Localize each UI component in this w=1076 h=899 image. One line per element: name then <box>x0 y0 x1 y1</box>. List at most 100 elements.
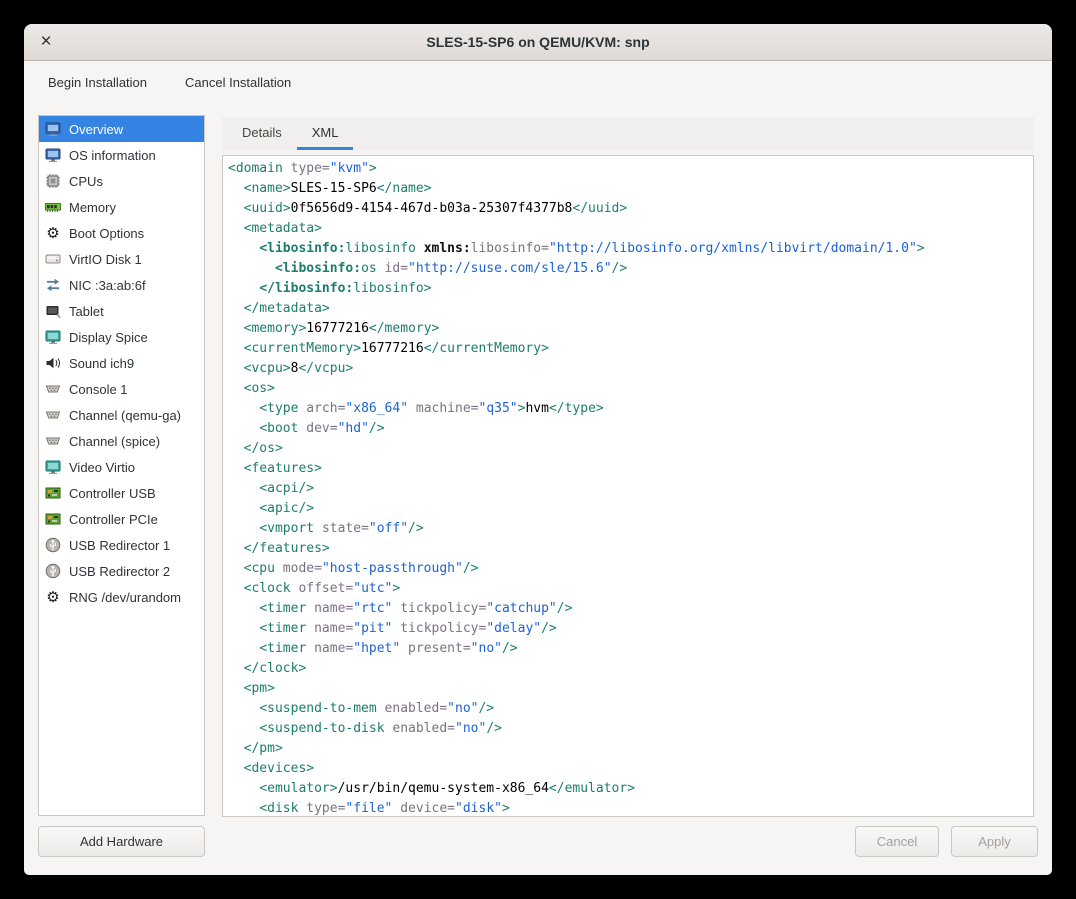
sidebar-item-virtio-disk-1[interactable]: VirtIO Disk 1 <box>39 246 204 272</box>
xml-editor[interactable]: <domain type="kvm"> <name>SLES-15-SP6</n… <box>222 155 1034 817</box>
xml-line: <apic/> <box>228 499 1028 519</box>
xml-line: <cpu mode="host-passthrough"/> <box>228 559 1028 579</box>
xml-line: <timer name="hpet" present="no"/> <box>228 639 1028 659</box>
sidebar-item-display-spice[interactable]: Display Spice <box>39 324 204 350</box>
xml-line: <domain type="kvm"> <box>228 159 1028 179</box>
sidebar-item-label: Console 1 <box>69 382 128 397</box>
sidebar-item-os-information[interactable]: OS information <box>39 142 204 168</box>
tablet-icon <box>45 303 61 319</box>
xml-line: <features> <box>228 459 1028 479</box>
sidebar-item-label: Channel (spice) <box>69 434 160 449</box>
sidebar-item-controller-usb[interactable]: Controller USB <box>39 480 204 506</box>
xml-line: <uuid>0f5656d9-4154-467d-b03a-25307f4377… <box>228 199 1028 219</box>
sidebar-item-tablet[interactable]: Tablet <box>39 298 204 324</box>
sound-icon <box>45 355 61 371</box>
sidebar-item-sound-ich9[interactable]: Sound ich9 <box>39 350 204 376</box>
board-icon <box>45 511 61 527</box>
sidebar-item-rng-dev-urandom[interactable]: ⚙RNG /dev/urandom <box>39 584 204 610</box>
usb-icon <box>45 563 61 579</box>
sidebar-item-label: OS information <box>69 148 156 163</box>
tab-details[interactable]: Details <box>227 117 297 150</box>
xml-line: <acpi/> <box>228 479 1028 499</box>
begin-installation-button[interactable]: Begin Installation <box>36 68 159 97</box>
xml-code: <domain type="kvm"> <name>SLES-15-SP6</n… <box>223 156 1033 817</box>
xml-line: </os> <box>228 439 1028 459</box>
sidebar-item-label: NIC :3a:ab:6f <box>69 278 146 293</box>
close-icon[interactable]: × <box>34 30 58 54</box>
xml-line: <vcpu>8</vcpu> <box>228 359 1028 379</box>
sidebar-item-usb-redirector-2[interactable]: USB Redirector 2 <box>39 558 204 584</box>
monitor-icon <box>45 147 61 163</box>
sidebar-item-video-virtio[interactable]: Video Virtio <box>39 454 204 480</box>
sidebar-item-label: USB Redirector 2 <box>69 564 170 579</box>
serial-icon <box>45 381 61 397</box>
sidebar-item-label: Controller PCIe <box>69 512 158 527</box>
serial-icon <box>45 407 61 423</box>
sidebar-item-overview[interactable]: Overview <box>39 116 204 142</box>
sidebar-item-label: Channel (qemu-ga) <box>69 408 181 423</box>
sidebar-item-label: Memory <box>69 200 116 215</box>
monitor-icon <box>45 121 61 137</box>
memory-icon <box>45 199 61 215</box>
xml-line: <metadata> <box>228 219 1028 239</box>
sidebar-item-channel-qemu-ga[interactable]: Channel (qemu-ga) <box>39 402 204 428</box>
xml-line: <suspend-to-disk enabled="no"/> <box>228 719 1028 739</box>
xml-line: <suspend-to-mem enabled="no"/> <box>228 699 1028 719</box>
xml-line: <disk type="file" device="disk"> <box>228 799 1028 817</box>
xml-line: <vmport state="off"/> <box>228 519 1028 539</box>
xml-line: <clock offset="utc"> <box>228 579 1028 599</box>
xml-line: <timer name="pit" tickpolicy="delay"/> <box>228 619 1028 639</box>
cancel-installation-button[interactable]: Cancel Installation <box>173 68 303 97</box>
vm-details-window: × SLES-15-SP6 on QEMU/KVM: snp Begin Ins… <box>24 24 1052 875</box>
xml-line: </metadata> <box>228 299 1028 319</box>
sidebar-item-label: Boot Options <box>69 226 144 241</box>
sidebar-item-cpus[interactable]: CPUs <box>39 168 204 194</box>
gear-icon: ⚙ <box>45 589 61 605</box>
xml-line: <libosinfo:os id="http://suse.com/sle/15… <box>228 259 1028 279</box>
apply-button[interactable]: Apply <box>951 826 1038 857</box>
sidebar-item-label: VirtIO Disk 1 <box>69 252 142 267</box>
sidebar-item-label: Tablet <box>69 304 104 319</box>
disk-icon <box>45 251 61 267</box>
xml-line: </pm> <box>228 739 1028 759</box>
tab-xml[interactable]: XML <box>297 117 354 150</box>
xml-line: <name>SLES-15-SP6</name> <box>228 179 1028 199</box>
sidebar-item-label: Video Virtio <box>69 460 135 475</box>
usb-icon <box>45 537 61 553</box>
sidebar-item-memory[interactable]: Memory <box>39 194 204 220</box>
xml-line: <currentMemory>16777216</currentMemory> <box>228 339 1028 359</box>
nic-icon <box>45 277 61 293</box>
xml-line: </libosinfo:libosinfo> <box>228 279 1028 299</box>
sidebar-item-label: Sound ich9 <box>69 356 134 371</box>
xml-line: <boot dev="hd"/> <box>228 419 1028 439</box>
titlebar: × SLES-15-SP6 on QEMU/KVM: snp <box>24 24 1052 61</box>
xml-line: <memory>16777216</memory> <box>228 319 1028 339</box>
sidebar-item-boot-options[interactable]: ⚙ Boot Options <box>39 220 204 246</box>
sidebar-item-label: Controller USB <box>69 486 156 501</box>
window-title: SLES-15-SP6 on QEMU/KVM: snp <box>426 34 649 50</box>
display-icon <box>45 459 61 475</box>
xml-line: <type arch="x86_64" machine="q35">hvm</t… <box>228 399 1028 419</box>
sidebar-item-console-1[interactable]: Console 1 <box>39 376 204 402</box>
xml-line: </clock> <box>228 659 1028 679</box>
xml-line: <devices> <box>228 759 1028 779</box>
toolbar: Begin Installation Cancel Installation <box>24 61 1052 103</box>
detail-tabs: DetailsXML <box>222 117 1034 150</box>
sidebar-item-controller-pcie[interactable]: Controller PCIe <box>39 506 204 532</box>
xml-line: <os> <box>228 379 1028 399</box>
xml-line: <timer name="rtc" tickpolicy="catchup"/> <box>228 599 1028 619</box>
cancel-button[interactable]: Cancel <box>855 826 939 857</box>
display-icon <box>45 329 61 345</box>
sidebar-item-label: Display Spice <box>69 330 148 345</box>
board-icon <box>45 485 61 501</box>
xml-line: <emulator>/usr/bin/qemu-system-x86_64</e… <box>228 779 1028 799</box>
gear-icon: ⚙ <box>45 225 61 241</box>
add-hardware-button[interactable]: Add Hardware <box>38 826 205 857</box>
sidebar-item-nic-3a-ab-6f[interactable]: NIC :3a:ab:6f <box>39 272 204 298</box>
sidebar-item-label: Overview <box>69 122 123 137</box>
sidebar-item-channel-spice[interactable]: Channel (spice) <box>39 428 204 454</box>
sidebar-item-label: USB Redirector 1 <box>69 538 170 553</box>
serial-icon <box>45 433 61 449</box>
sidebar-item-label: CPUs <box>69 174 103 189</box>
sidebar-item-usb-redirector-1[interactable]: USB Redirector 1 <box>39 532 204 558</box>
